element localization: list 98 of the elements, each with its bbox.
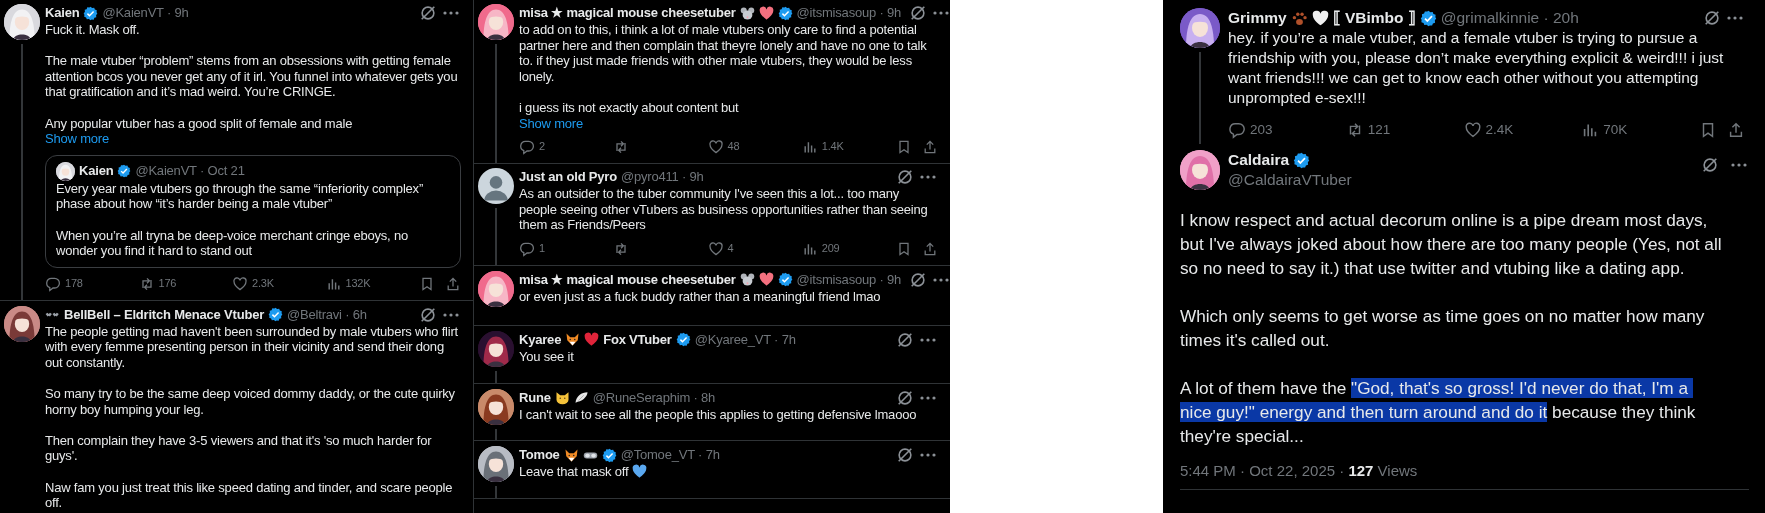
repost-count: 121 <box>1367 121 1391 139</box>
show-more-link[interactable]: Show more <box>519 115 583 132</box>
fox-icon <box>565 332 581 348</box>
post-text: or even just as a fuck buddy rather than a meaningful friend lmao <box>519 288 882 305</box>
post-text: The male vtuber “problem” stems from an obsessions with getting female attention bcos you never get any of it irl. You funnel into whatever gets you that gratification and it’s mad weird. You’re CRINGE. <box>45 53 459 100</box>
post-text: I can't wait to see all the people this applies to getting defensive lmaooo <box>519 406 918 423</box>
handle-and-time[interactable]: @Beltravi · 6h <box>287 306 367 323</box>
display-name[interactable]: misa ★ magical mouse cheesetuber <box>519 5 736 21</box>
post-text: Naw fam you just treat this like speed dating and tinder, and scare people off. <box>45 479 454 511</box>
view-count: 209 <box>821 241 840 257</box>
post-text: A lot of them have the "God, that's so gross! I'd never do that, I'm a nice guy!" energy and then turn around and do it because they think they're special... <box>1180 377 1697 448</box>
display-name[interactable]: misa ★ magical mouse cheesetuber <box>519 272 736 288</box>
display-name[interactable]: Rune <box>519 389 551 406</box>
post-text: I know respect and actual decorum online is a pipe dream most days, but I've always joked about how there are too many people (Yes, not all so no need to say it.) that use twitter and vtubing like a dating app. <box>1180 209 1723 280</box>
post-text: So many try to be the same deep voiced dommy daddy, or the cute quirky horny boy humping your leg. <box>45 386 456 418</box>
replie-count: 1 <box>539 241 545 257</box>
display-name[interactable]: Caldaira <box>1228 150 1290 170</box>
replie-count: 203 <box>1250 121 1273 139</box>
post-text: The people getting mad haven't been surrounded by male vtubers who flirt with every femme presenting person in their vicinity and send their dong out constantly. <box>45 323 459 371</box>
display-name[interactable]: Tomoe <box>519 447 560 463</box>
views-icon[interactable] <box>801 139 818 156</box>
like-count: 2.4K <box>1485 121 1514 139</box>
handle-and-time[interactable]: @RuneSeraphim · 8h <box>592 389 716 406</box>
display-name[interactable]: ⟦ VBimbo ⟧ <box>1332 8 1416 28</box>
quoted-post-card[interactable] <box>45 154 461 268</box>
mouse-icon <box>739 272 755 288</box>
post-timestamp: 5:44 PM · Oct 22, 2025 · 127 Views <box>1180 462 1749 490</box>
post-text: Leave that mask off <box>519 464 629 480</box>
post-text: to add on to this, i think a lot of male vtubers only care to find a potential partner here and then complain that theyre lonely and have no one to talk to. if they just made friends with other male vtubers, they would be less lonely. <box>519 22 928 85</box>
like-icon[interactable] <box>1463 121 1482 139</box>
post-text: Fuck it. Mask off. <box>45 22 141 38</box>
handle-and-time: @KaienVT · Oct 21 <box>135 163 245 180</box>
post-text: You see it <box>519 348 575 365</box>
bookmark-icon[interactable] <box>419 275 435 292</box>
cat-icon <box>554 390 570 406</box>
display-name[interactable]: Grimmy <box>1228 8 1287 28</box>
like-count: 48 <box>727 139 740 155</box>
grok-icon[interactable] <box>896 330 914 349</box>
user-handle[interactable]: @CaldairaVTuber <box>1228 170 1352 190</box>
share-icon[interactable] <box>445 275 461 292</box>
more-icon[interactable] <box>931 9 950 17</box>
view-count: 132K <box>345 275 371 291</box>
replie-count: 2 <box>539 139 545 155</box>
post-text: hey. if you’re a male vtuber, and a female vtuber is trying to pursue a friendship with you, please don’t make everything explicit & weird!!! i just want friends!!! we can get to know each other without you attempting unprompted e-sex!!! <box>1228 28 1725 108</box>
post-text: When you’re all tryna be deep-voice merchant cringe eboys, no wonder you find it hard to stand out <box>56 227 409 259</box>
more-icon[interactable] <box>1729 161 1749 169</box>
post-text: Any popular vtuber has a good split of female and male <box>45 115 354 132</box>
grok-icon[interactable] <box>1701 156 1719 174</box>
grok-icon[interactable] <box>896 388 914 407</box>
view-count: 1.4K <box>821 139 844 155</box>
repost-count: 176 <box>158 275 177 291</box>
post-text: Every year male vtubers go through the same “inferiority complex” phase about how “it’s harder being a male vtuber” <box>56 180 425 212</box>
reply-icon[interactable] <box>519 240 535 257</box>
grok-icon[interactable] <box>909 270 928 289</box>
display-name[interactable]: Fox VTuber <box>603 332 672 348</box>
handle-and-time[interactable]: @Kyaree_VT · 7h <box>694 332 796 348</box>
grok-icon[interactable] <box>896 168 914 187</box>
reply-icon[interactable] <box>45 275 61 292</box>
post-text: i guess its not exactly about content but <box>519 99 740 116</box>
post-text: Which only seems to get worse as time goes on no matter how many times it's called out. <box>1180 305 1706 352</box>
handle-and-time[interactable]: @KaienVT · 9h <box>102 5 189 21</box>
more-icon[interactable] <box>1725 14 1745 22</box>
display-name[interactable]: Kaien <box>79 163 114 180</box>
like-icon[interactable] <box>707 240 724 257</box>
post-text: Then complain they have 3-5 viewers and that it's 'so much harder for guys'. <box>45 432 433 465</box>
handle-and-time[interactable]: @itsmisasoup · 9h <box>796 5 902 21</box>
mouse-icon <box>739 5 755 21</box>
display-name[interactable]: Just an old Pyro <box>519 169 617 185</box>
grok-icon[interactable] <box>896 446 914 465</box>
grok-icon[interactable] <box>419 4 437 22</box>
display-name[interactable]: Kyaree <box>519 332 562 348</box>
grok-icon[interactable] <box>1703 9 1721 27</box>
like-count: 2.3K <box>252 275 274 291</box>
reply-icon[interactable] <box>519 139 535 156</box>
replie-count: 178 <box>65 275 83 291</box>
share-icon[interactable] <box>1727 121 1745 139</box>
share-icon[interactable] <box>922 240 938 257</box>
like-icon[interactable] <box>232 275 248 292</box>
handle-and-time[interactable]: @grimalkinnie · 20h <box>1440 8 1579 28</box>
avatar-icon[interactable] <box>478 168 514 205</box>
like-count: 4 <box>727 241 734 257</box>
display-name[interactable]: Kaien <box>45 5 80 21</box>
more-icon[interactable] <box>441 9 461 17</box>
post-text: As an outsider to the tuber community I've seen this a lot... too many people seeing other vTubers as business opportunities rather than seeing them as Friends/Peers <box>519 186 929 233</box>
display-name[interactable]: BellBell – Eldritch Menace Vtuber <box>64 306 265 323</box>
handle-and-time[interactable]: @Tomoe_VT · 7h <box>620 447 720 463</box>
grok-icon[interactable] <box>419 305 437 324</box>
bookmark-icon[interactable] <box>896 240 912 257</box>
fox-icon <box>563 447 579 463</box>
share-icon[interactable] <box>922 139 938 156</box>
show-more-link[interactable]: Show more <box>45 131 109 147</box>
grok-icon[interactable] <box>909 4 928 22</box>
reply-icon[interactable] <box>1228 121 1246 139</box>
like-icon[interactable] <box>707 139 724 156</box>
handle-and-time[interactable]: @itsmisasoup · 9h <box>796 272 902 288</box>
bookmark-icon[interactable] <box>896 139 912 156</box>
view-count: 70K <box>1603 121 1628 139</box>
handle-and-time[interactable]: @pyro411 · 9h <box>620 169 704 185</box>
